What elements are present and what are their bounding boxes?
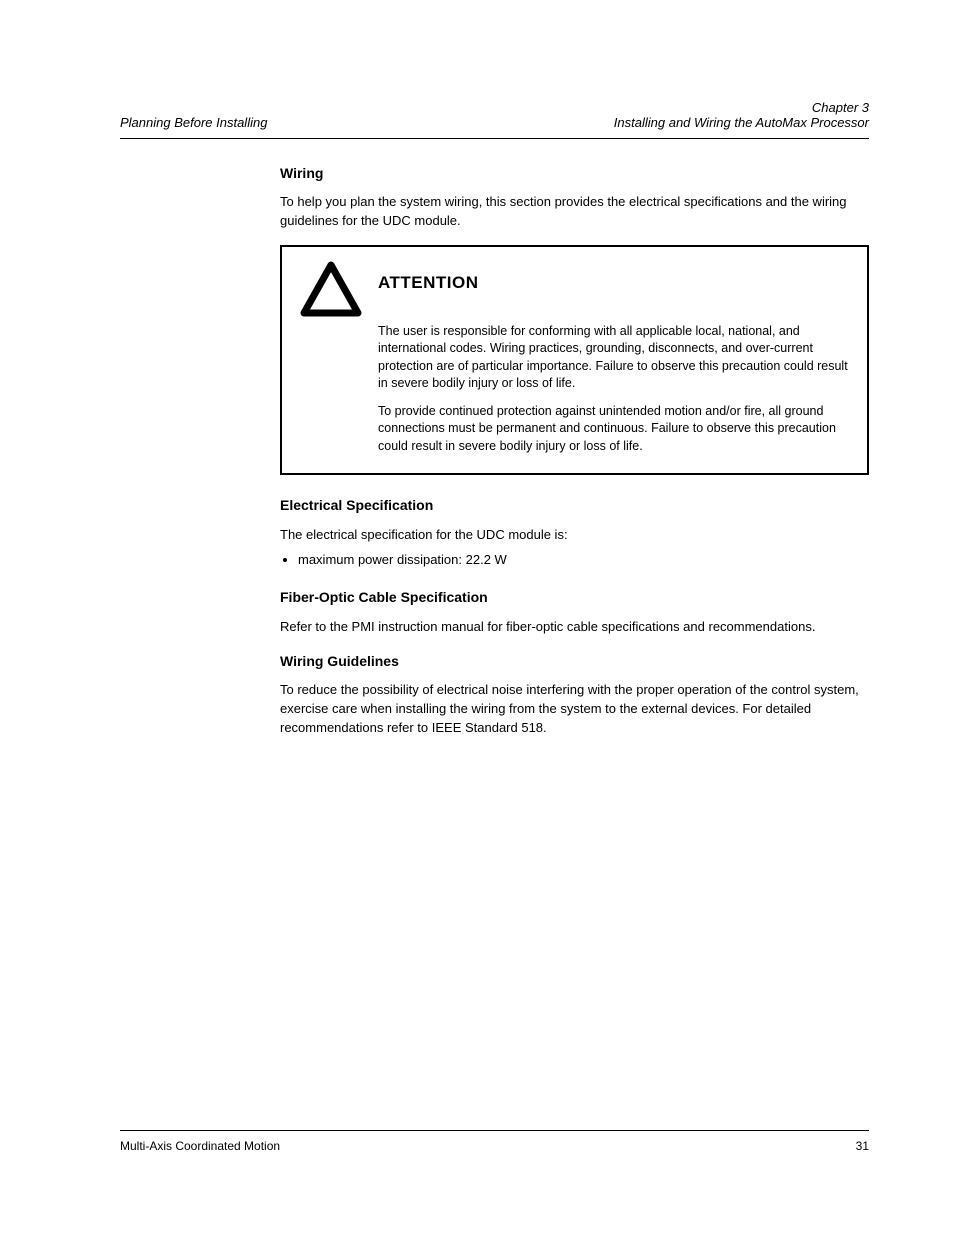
header-rule xyxy=(120,138,869,139)
attention-box: ATTENTION The user is responsible for co… xyxy=(280,245,869,476)
content-column: Wiring To help you plan the system wirin… xyxy=(280,163,869,737)
header-right-line1: Chapter 3 xyxy=(614,100,869,115)
fiber-heading: Fiber-Optic Cable Specification xyxy=(280,587,869,607)
footer-page-number: 31 xyxy=(856,1139,869,1153)
attention-p2: To provide continued protection against … xyxy=(378,403,849,456)
fiber-text: Refer to the PMI instruction manual for … xyxy=(280,618,869,637)
guidelines-heading: Wiring Guidelines xyxy=(280,651,869,671)
spec-list: maximum power dissipation: 22.2 W xyxy=(298,551,869,570)
page: Planning Before Installing Chapter 3 Ins… xyxy=(0,0,954,1235)
guidelines-text: To reduce the possibility of electrical … xyxy=(280,681,869,738)
spec-text: The electrical specification for the UDC… xyxy=(280,526,869,545)
header-right: Chapter 3 Installing and Wiring the Auto… xyxy=(614,100,869,130)
attention-title: ATTENTION xyxy=(378,261,479,295)
attention-head: ATTENTION xyxy=(300,261,849,317)
spec-bullet: maximum power dissipation: 22.2 W xyxy=(298,551,869,570)
section-intro: To help you plan the system wiring, this… xyxy=(280,193,869,231)
footer-rule xyxy=(120,1130,869,1131)
spec-heading: Electrical Specification xyxy=(280,495,869,515)
header-left: Planning Before Installing xyxy=(120,115,267,130)
page-header: Planning Before Installing Chapter 3 Ins… xyxy=(120,100,869,136)
attention-body: The user is responsible for conforming w… xyxy=(378,323,849,456)
triangle-warning-icon xyxy=(300,261,362,317)
footer-row: Multi-Axis Coordinated Motion 31 xyxy=(120,1139,869,1153)
attention-p1: The user is responsible for conforming w… xyxy=(378,323,849,393)
footer-left: Multi-Axis Coordinated Motion xyxy=(120,1139,280,1153)
header-right-line2: Installing and Wiring the AutoMax Proces… xyxy=(614,115,869,130)
page-footer: Multi-Axis Coordinated Motion 31 xyxy=(120,1130,869,1153)
section-title: Wiring xyxy=(280,163,869,183)
